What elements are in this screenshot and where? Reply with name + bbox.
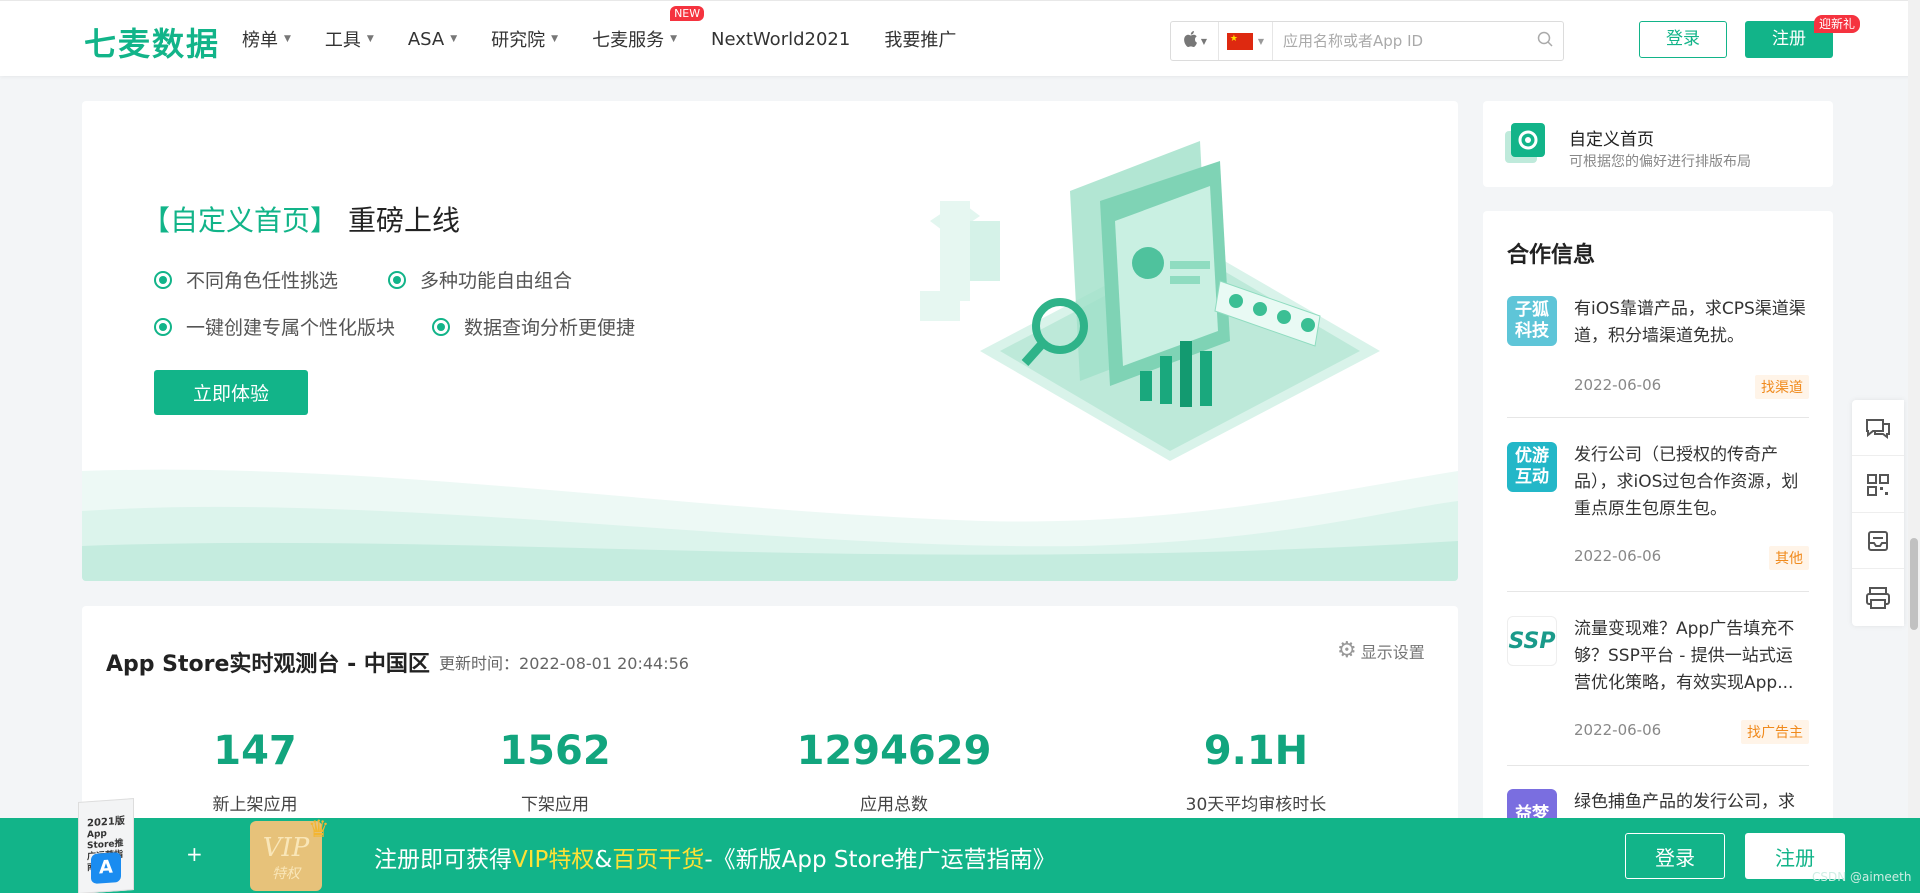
radio-dot-icon <box>154 317 172 336</box>
app-icon[interactable] <box>1852 570 1904 626</box>
custom-homepage-title: 自定义首页 <box>1569 130 1654 150</box>
vip-badge: VIP 特权 ♛ <box>250 815 330 891</box>
divider <box>1507 765 1809 766</box>
apple-icon <box>1182 30 1198 53</box>
banner-feature: 不同角色任性挑选 <box>154 266 338 293</box>
company-logo: 子狐科技 <box>1507 296 1557 346</box>
custom-homepage-card[interactable]: 自定义首页 可根据您的偏好进行排版布局 <box>1483 101 1833 187</box>
caret-down-icon: ▼ <box>1200 36 1208 46</box>
logo[interactable]: 七麦数据 <box>84 19 220 65</box>
region-select[interactable]: ▼ <box>1219 22 1273 60</box>
menu-item-services[interactable]: 七麦服务 ▼ NEW <box>592 6 705 52</box>
floating-toolbar <box>1852 400 1904 626</box>
stat-total-apps[interactable]: 1294629 应用总数 <box>797 728 992 815</box>
welcome-gift-badge: 迎新礼 <box>1814 15 1861 33</box>
promo-text: 注册即可获得VIP特权&百页干货-《新版App Store推广运营指南》 <box>374 847 1056 873</box>
caret-down-icon: ▼ <box>670 34 677 44</box>
cooperation-title: 合作信息 <box>1507 243 1596 268</box>
promo-banner: 【自定义首页】 重磅上线 不同角色任性挑选 多种功能自由组合 一键创建专属个性化版… <box>82 101 1458 581</box>
radio-dot-icon <box>432 317 450 336</box>
caret-down-icon: ▼ <box>551 34 559 44</box>
custom-homepage-subtitle: 可根据您的偏好进行排版布局 <box>1569 154 1751 170</box>
menu-item-promote[interactable]: 我要推广 <box>884 26 956 52</box>
banner-feature: 数据查询分析更便捷 <box>432 313 635 340</box>
update-time: 更新时间：2022-08-01 20:44:56 <box>439 654 689 673</box>
menu-item-tools[interactable]: 工具 ▼ <box>325 26 374 52</box>
search-input[interactable] <box>1273 23 1527 59</box>
bottom-register-bar: 2021版 App Store推广运营指南 A + VIP 特权 ♛ 注册即可获… <box>0 798 1920 893</box>
bottom-login-button[interactable]: 登录 <box>1625 833 1725 879</box>
stat-review-time[interactable]: 9.1H 30天平均审核时长 <box>1186 728 1327 815</box>
wave-decoration <box>82 469 1458 581</box>
main-menu: 榜单 ▼ 工具 ▼ ASA ▼ 研究院 ▼ 七麦服务 ▼ NEW NextWorld2021… <box>242 1 990 77</box>
radio-dot-icon <box>388 270 406 289</box>
platform-select[interactable]: ▼ <box>1171 22 1219 60</box>
scrollbar-thumb[interactable] <box>1910 538 1918 630</box>
cooperation-panel: 合作信息 子狐科技 有iOS靠谱产品，求CPS渠道渠道，积分墙渠道免扰。 202… <box>1483 211 1833 893</box>
feedback-icon[interactable] <box>1852 513 1904 569</box>
panel-title: App Store实时观测台 - 中国区 <box>106 652 430 677</box>
chat-icon[interactable] <box>1852 400 1904 456</box>
banner-title: 【自定义首页】 重磅上线 <box>142 204 461 237</box>
login-button[interactable]: 登录 <box>1639 21 1727 58</box>
radio-dot-icon <box>154 270 172 289</box>
caret-down-icon: ▼ <box>1257 36 1265 46</box>
crown-icon: ♛ <box>308 815 330 843</box>
display-settings-button[interactable]: ⚙ 显示设置 <box>1337 638 1425 663</box>
stat-new-apps[interactable]: 147 新上架应用 <box>213 728 298 815</box>
menu-item-research[interactable]: 研究院 ▼ <box>491 26 558 52</box>
stat-removed-apps[interactable]: 1562 下架应用 <box>499 728 610 815</box>
caret-down-icon: ▼ <box>366 34 374 44</box>
plus-sign: + <box>186 842 203 866</box>
search-box: ▼ ▼ <box>1170 21 1564 61</box>
divider <box>1507 417 1809 418</box>
settings-card-icon <box>1505 123 1545 163</box>
new-badge: NEW <box>670 6 705 21</box>
try-now-button[interactable]: 立即体验 <box>154 370 308 415</box>
menu-item-nextworld[interactable]: NextWorld2021 <box>711 29 850 50</box>
caret-down-icon: ▼ <box>450 34 458 44</box>
banner-feature: 一键创建专属个性化版块 <box>154 313 395 340</box>
china-flag-icon <box>1226 32 1253 50</box>
coop-tag: 其他 <box>1769 546 1809 570</box>
menu-item-rankings[interactable]: 榜单 ▼ <box>242 26 291 52</box>
company-logo: 优游互动 <box>1507 442 1557 492</box>
guide-book-image: 2021版 App Store推广运营指南 A <box>78 798 134 893</box>
coop-tag: 找渠道 <box>1755 375 1809 399</box>
gear-icon: ⚙ <box>1337 638 1357 663</box>
qrcode-icon[interactable] <box>1852 457 1904 513</box>
company-logo: SSP <box>1507 616 1557 666</box>
app-store-icon: A <box>91 851 121 885</box>
scrollbar-track[interactable] <box>1908 0 1920 893</box>
watermark: CSDN @aimeeth <box>1812 870 1912 884</box>
coop-tag: 找广告主 <box>1741 720 1809 744</box>
caret-down-icon: ▼ <box>284 34 291 44</box>
banner-feature: 多种功能自由组合 <box>388 266 572 293</box>
divider <box>1507 591 1809 592</box>
top-navbar: 七麦数据 榜单 ▼ 工具 ▼ ASA ▼ 研究院 ▼ 七麦服务 ▼ NEW NextWorl… <box>0 0 1920 76</box>
dashboard-illustration <box>920 141 1380 461</box>
menu-item-asa[interactable]: ASA ▼ <box>408 29 457 50</box>
search-icon[interactable] <box>1527 31 1563 51</box>
